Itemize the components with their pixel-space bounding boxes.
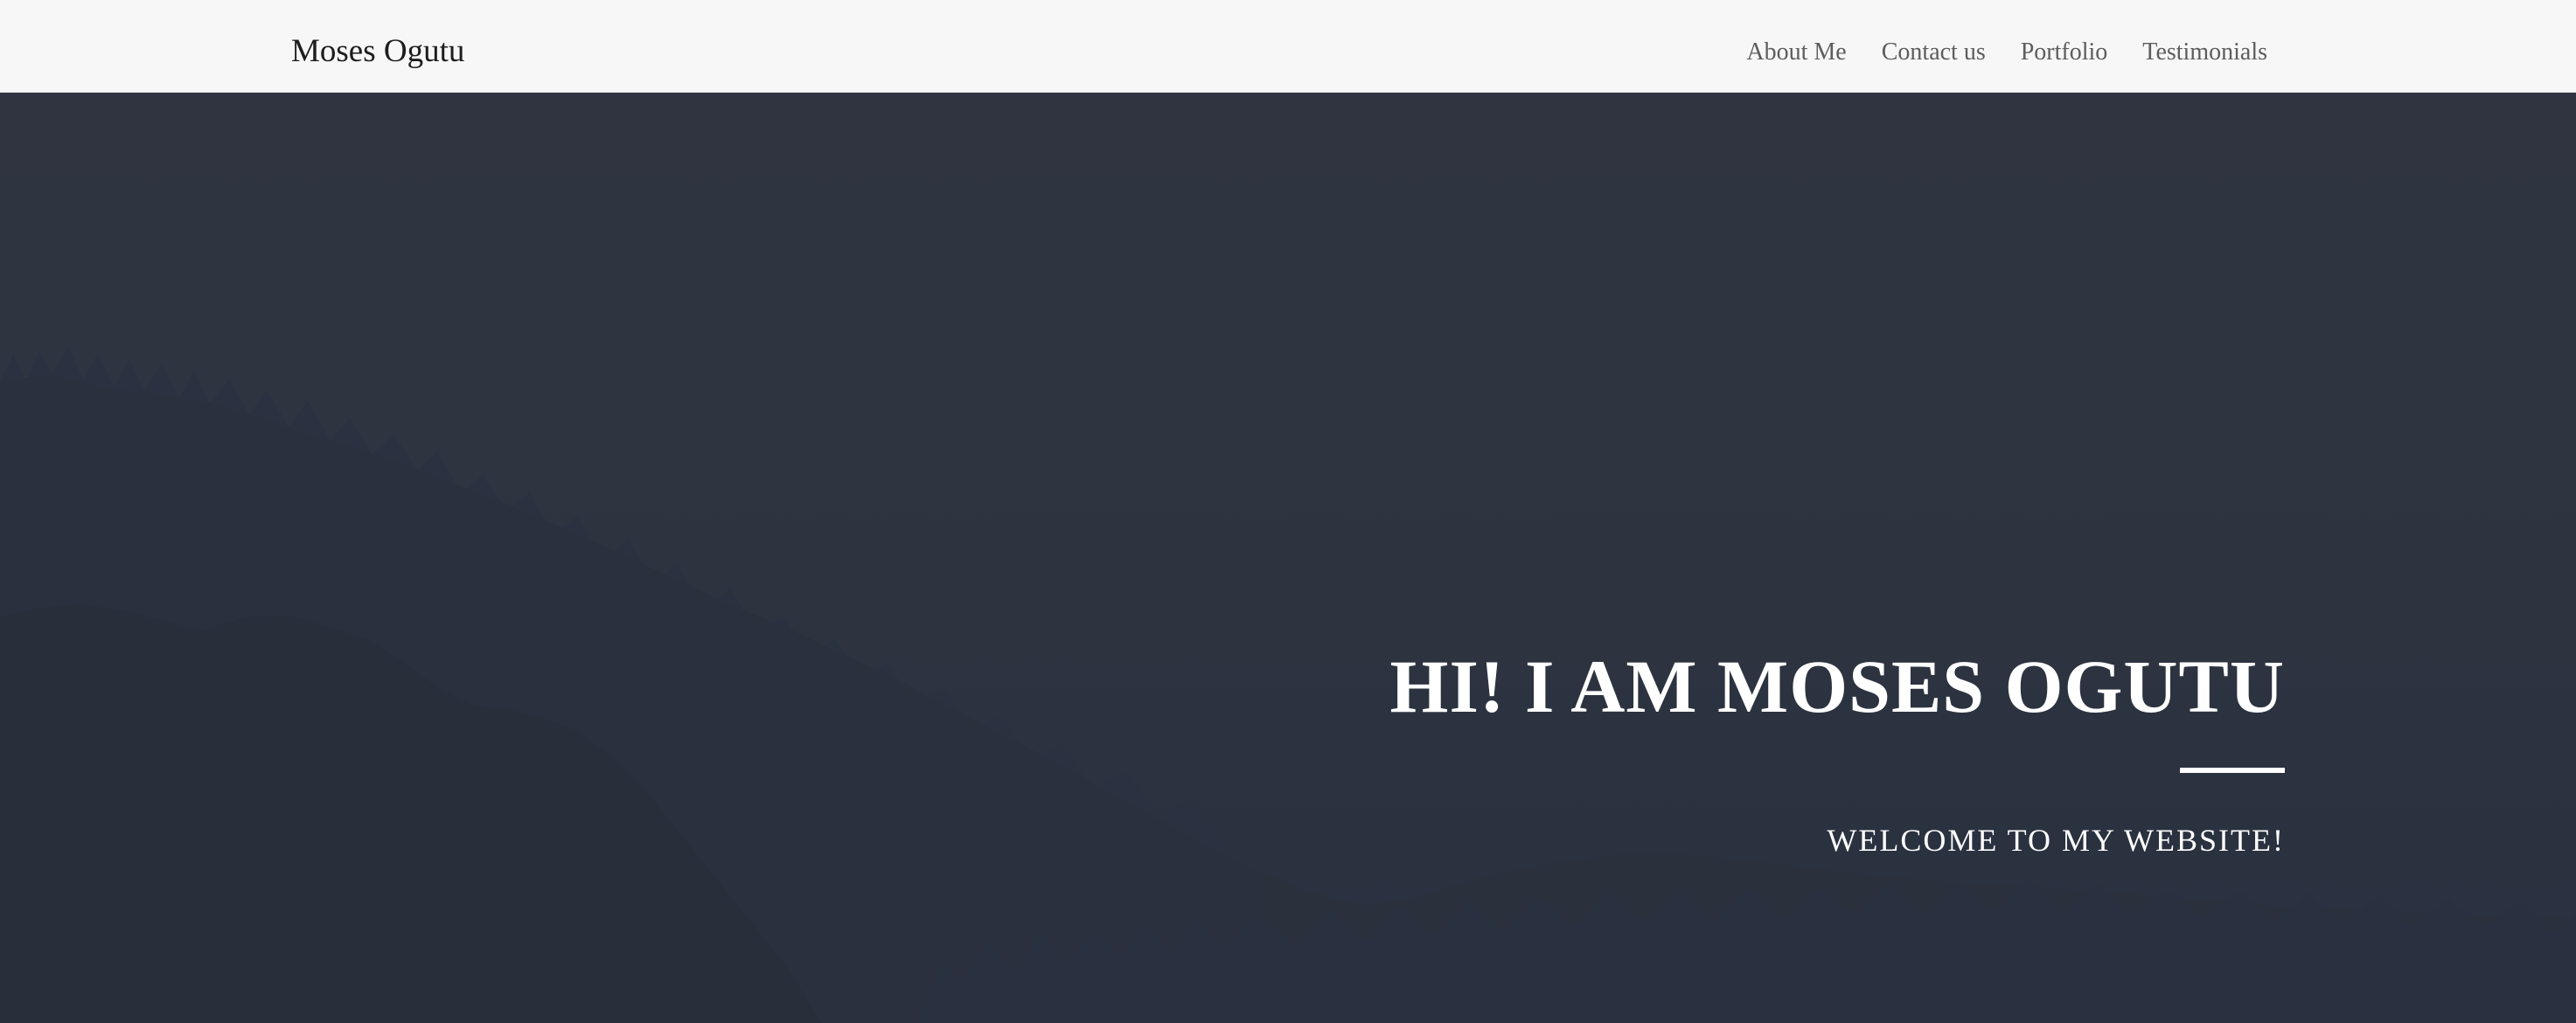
nav-link-about-me[interactable]: About Me xyxy=(1746,37,1846,68)
nav-link-portfolio[interactable]: Portfolio xyxy=(2021,37,2108,68)
nav-link-contact-us[interactable]: Contact us xyxy=(1882,37,1986,68)
hero-background-image xyxy=(0,93,2576,1023)
brand-link[interactable]: Moses Ogutu xyxy=(291,31,464,72)
top-navbar: Moses Ogutu About Me Contact us Portfoli… xyxy=(0,0,2576,93)
hero-section: HI! I AM MOSES OGUTU WELCOME TO MY WEBSI… xyxy=(0,93,2576,1023)
nav-link-testimonials[interactable]: Testimonials xyxy=(2142,37,2267,68)
hero-divider xyxy=(2180,768,2285,773)
hero-subtitle: WELCOME TO MY WEBSITE! xyxy=(1827,823,2285,858)
hero-title: HI! I AM MOSES OGUTU xyxy=(1389,644,2285,728)
nav-links: About Me Contact us Portfolio Testimonia… xyxy=(1746,37,2267,68)
